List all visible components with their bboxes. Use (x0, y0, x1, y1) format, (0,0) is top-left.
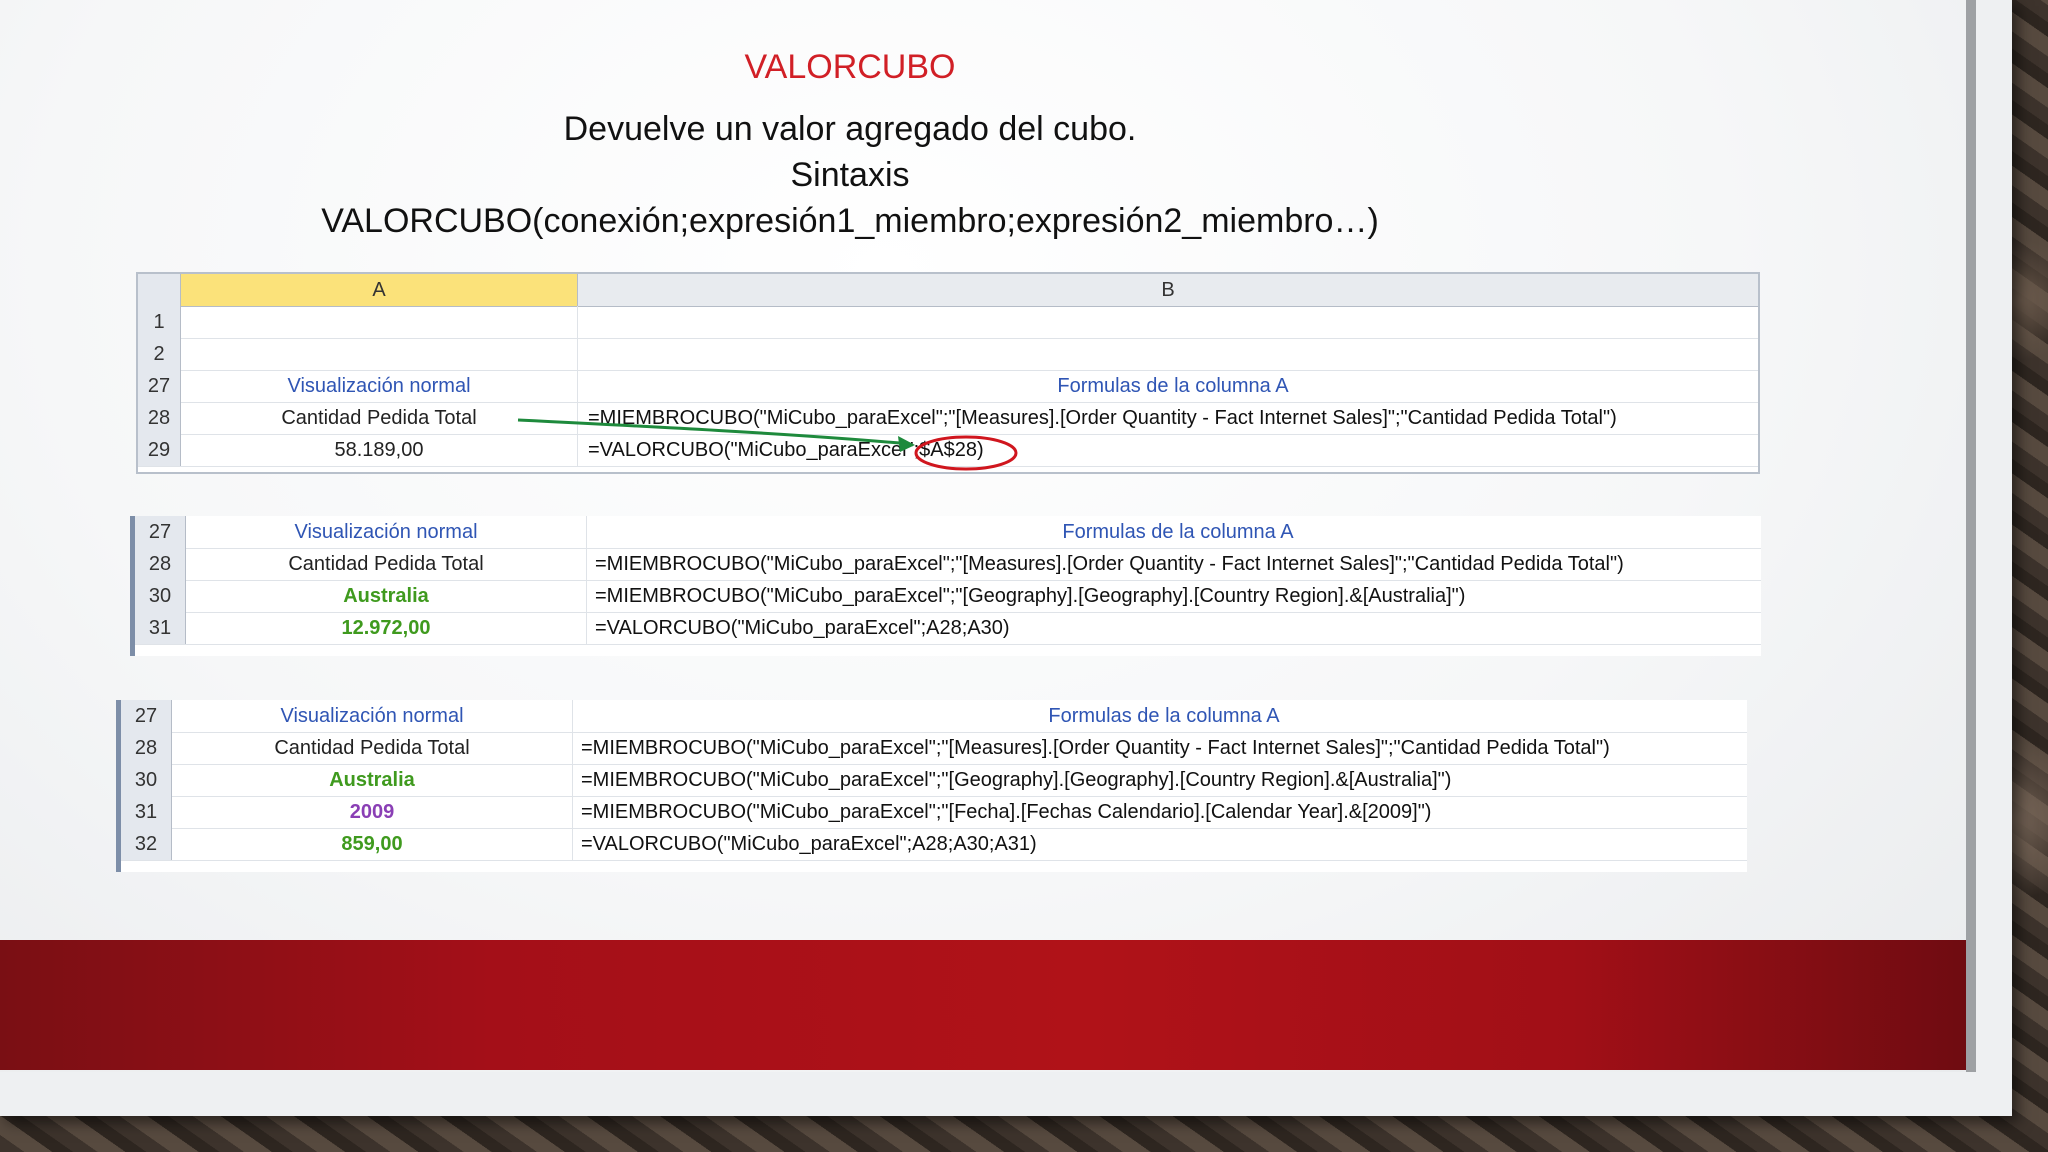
description-line: Devuelve un valor agregado del cubo. (563, 110, 1137, 148)
row-number[interactable]: 30 (121, 764, 172, 796)
spreadsheet-example-2: 27 Visualización normal Formulas de la c… (130, 516, 1761, 656)
cell-b-formula[interactable]: =VALORCUBO("MiCubo_paraExcel";A28;A30) (591, 612, 1761, 644)
cell-b-formula[interactable]: =MIEMBROCUBO("MiCubo_paraExcel";"[Measur… (591, 548, 1761, 580)
cell-b-formula[interactable]: =VALORCUBO("MiCubo_paraExcel";A28;A30;A3… (577, 828, 1747, 860)
cell-b-formula[interactable]: =MIEMBROCUBO("MiCubo_paraExcel";"[Measur… (577, 732, 1747, 764)
cell-b[interactable] (584, 338, 1758, 370)
row-number[interactable]: 2 (138, 338, 181, 370)
table-row: 27 Visualización normal Formulas de la c… (121, 700, 1747, 733)
table-row: 30 Australia =MIEMBROCUBO("MiCubo_paraEx… (135, 580, 1761, 613)
table-row: 31 12.972,00 =VALORCUBO("MiCubo_paraExce… (135, 612, 1761, 645)
spreadsheet-example-3: 27 Visualización normal Formulas de la c… (116, 700, 1747, 872)
slide-frame: VALORCUBO Devuelve un valor agregado del… (0, 0, 2012, 1116)
row-number[interactable]: 1 (138, 306, 181, 338)
cell-b[interactable] (584, 306, 1758, 338)
row-number[interactable]: 30 (135, 580, 186, 612)
table-row: 28 Cantidad Pedida Total =MIEMBROCUBO("M… (135, 548, 1761, 581)
table-row: 2 (138, 338, 1758, 371)
cell-a-value[interactable]: 859,00 (172, 828, 573, 860)
table-row: 32 859,00 =VALORCUBO("MiCubo_paraExcel";… (121, 828, 1747, 861)
cell-b-header[interactable]: Formulas de la columna A (577, 700, 1747, 732)
row-number[interactable]: 29 (138, 434, 181, 466)
column-header-a[interactable]: A (181, 274, 578, 307)
row-number[interactable]: 28 (121, 732, 172, 764)
cell-b-formula[interactable]: =VALORCUBO("MiCubo_paraExcel";$A$28) (584, 434, 1758, 466)
cell-a[interactable] (181, 306, 578, 338)
cell-b-header[interactable]: Formulas de la columna A (584, 370, 1758, 402)
table-row: 28 Cantidad Pedida Total =MIEMBROCUBO("M… (138, 402, 1758, 435)
cell-b-formula[interactable]: =MIEMBROCUBO("MiCubo_paraExcel";"[Fecha]… (577, 796, 1747, 828)
syntax-formula: VALORCUBO(conexión;expresión1_miembro;ex… (321, 202, 1379, 240)
row-number[interactable]: 27 (135, 516, 186, 548)
cell-b-formula[interactable]: =MIEMBROCUBO("MiCubo_paraExcel";"[Geogra… (591, 580, 1761, 612)
table-row: 29 58.189,00 =VALORCUBO("MiCubo_paraExce… (138, 434, 1758, 467)
cell-a-value[interactable]: 58.189,00 (181, 434, 578, 466)
cell-a-member[interactable]: Australia (172, 764, 573, 796)
cell-a[interactable]: Cantidad Pedida Total (181, 402, 578, 434)
footer-red-band (0, 940, 1966, 1070)
table-row: 31 2009 =MIEMBROCUBO("MiCubo_paraExcel";… (121, 796, 1747, 829)
row-number[interactable]: 27 (121, 700, 172, 732)
slide-paper: VALORCUBO Devuelve un valor agregado del… (0, 0, 1976, 1072)
row-number[interactable]: 32 (121, 828, 172, 860)
select-all-corner[interactable] (138, 274, 181, 307)
table-row: 27 Visualización normal Formulas de la c… (138, 370, 1758, 403)
cell-a-header[interactable]: Visualización normal (181, 370, 578, 402)
row-number[interactable]: 31 (135, 612, 186, 644)
cell-a[interactable]: Cantidad Pedida Total (172, 732, 573, 764)
row-number[interactable]: 28 (138, 402, 181, 434)
row-number[interactable]: 31 (121, 796, 172, 828)
column-header-b[interactable]: B (578, 274, 1758, 307)
cell-b-header[interactable]: Formulas de la columna A (591, 516, 1761, 548)
table-row: 28 Cantidad Pedida Total =MIEMBROCUBO("M… (121, 732, 1747, 765)
table-row: 30 Australia =MIEMBROCUBO("MiCubo_paraEx… (121, 764, 1747, 797)
row-number[interactable]: 28 (135, 548, 186, 580)
cell-b-formula[interactable]: =MIEMBROCUBO("MiCubo_paraExcel";"[Measur… (584, 402, 1758, 434)
cell-a[interactable]: Cantidad Pedida Total (186, 548, 587, 580)
column-header-row: A B (138, 274, 1758, 307)
cell-a-header[interactable]: Visualización normal (172, 700, 573, 732)
cell-a-member[interactable]: 2009 (172, 796, 573, 828)
cell-a-member[interactable]: Australia (186, 580, 587, 612)
cell-a-value[interactable]: 12.972,00 (186, 612, 587, 644)
spreadsheet-example-1: A B 1 2 27 Visualización normal Formulas… (136, 272, 1760, 474)
syntax-heading: Sintaxis (790, 156, 910, 194)
table-row: 1 (138, 306, 1758, 339)
table-row: 27 Visualización normal Formulas de la c… (135, 516, 1761, 549)
cell-a[interactable] (181, 338, 578, 370)
cell-b-formula[interactable]: =MIEMBROCUBO("MiCubo_paraExcel";"[Geogra… (577, 764, 1747, 796)
cell-a-header[interactable]: Visualización normal (186, 516, 587, 548)
row-number[interactable]: 27 (138, 370, 181, 402)
slide-title: VALORCUBO (744, 48, 956, 86)
